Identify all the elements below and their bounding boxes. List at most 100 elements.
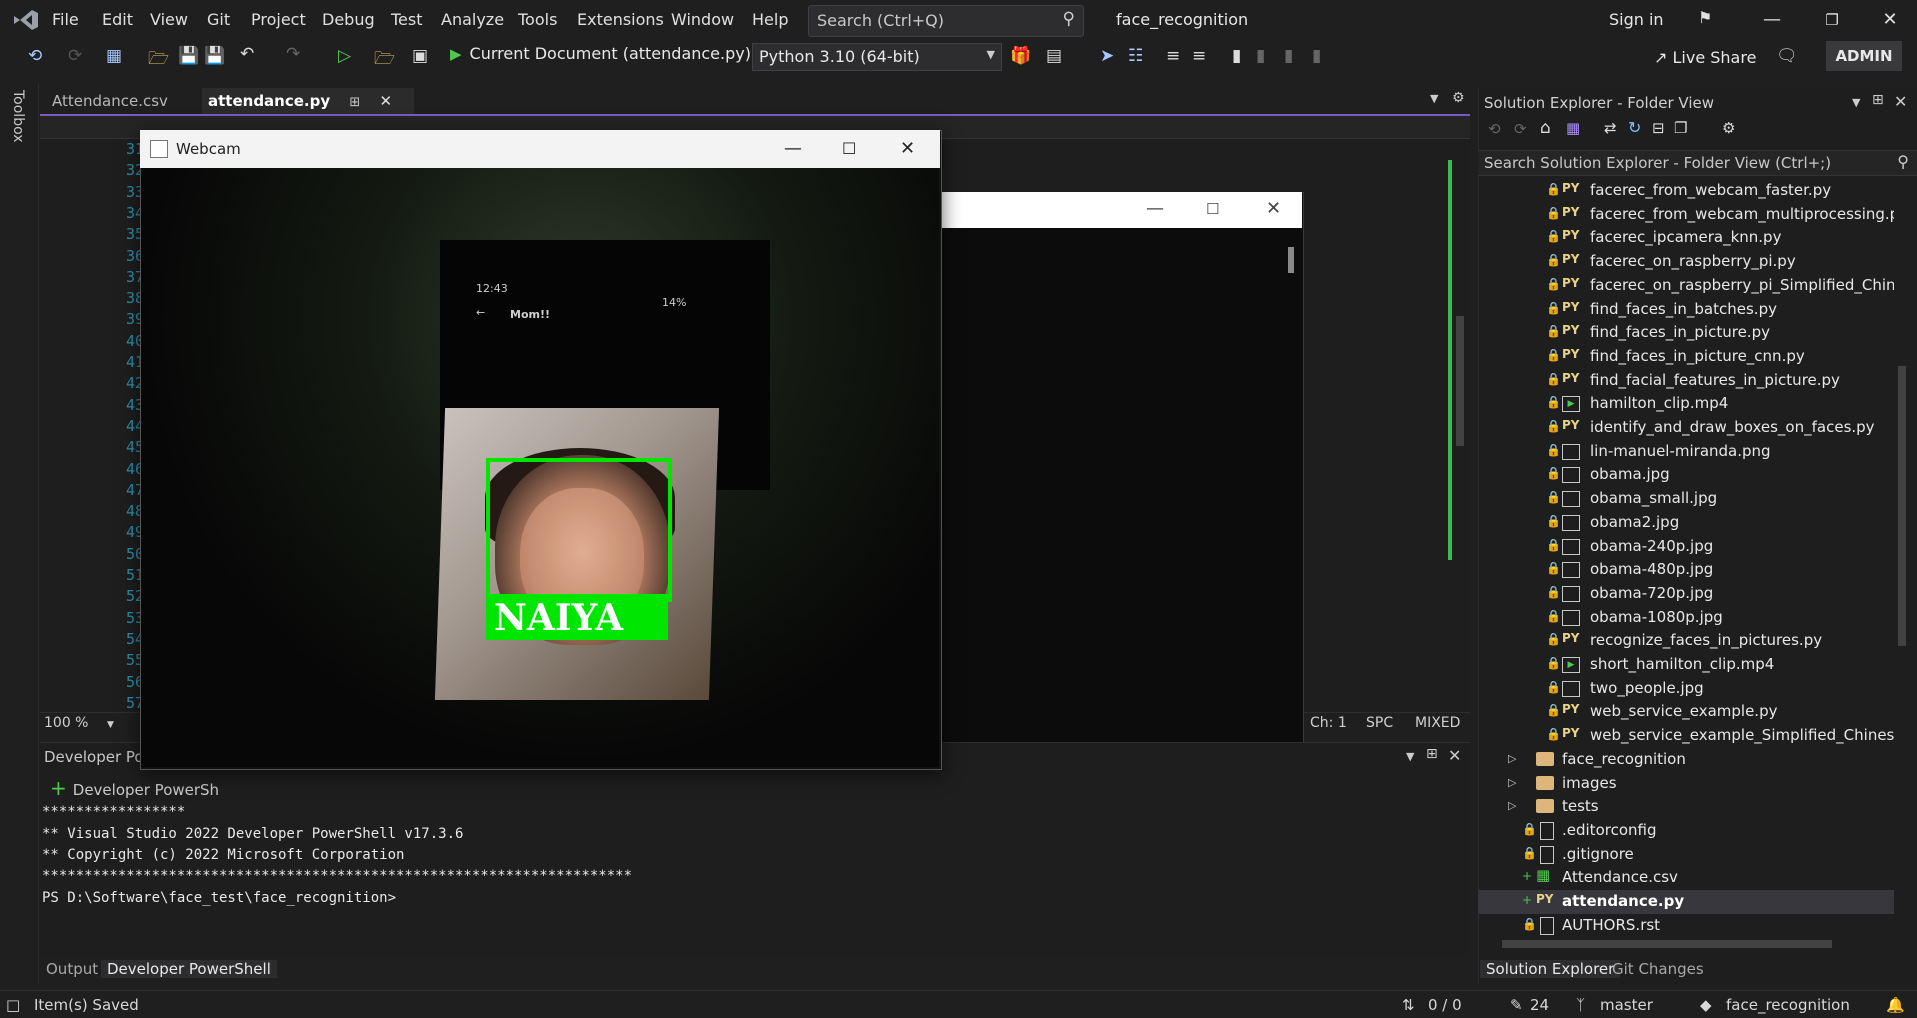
menu-item[interactable]: Analyze — [441, 10, 504, 29]
show-all-files-icon[interactable]: ❐ — [1674, 119, 1687, 137]
tree-file[interactable]: 🔒 PY facerec_from_webcam_multiprocessing.p… — [1478, 203, 1894, 227]
new-project-icon[interactable]: ▦ — [106, 46, 122, 66]
sync-icon[interactable]: ⇄ — [1604, 119, 1617, 137]
tree-file[interactable]: 🔒 PY find_faces_in_batches.py — [1478, 298, 1894, 322]
tree-folder[interactable]: ▷ face_recognition — [1478, 748, 1894, 772]
undo-icon[interactable]: ↶ — [240, 44, 254, 64]
back-icon[interactable]: ⟲ — [28, 46, 42, 66]
branch-icon[interactable]: ᛉ — [1576, 996, 1585, 1014]
tree-file[interactable]: 🔒 obama-720p.jpg — [1478, 582, 1894, 606]
console-window-titlebar[interactable]: — ☐ ✕ — [930, 192, 1302, 228]
console-scrollbar-thumb[interactable] — [1288, 247, 1294, 273]
menu-item[interactable]: Git — [207, 10, 230, 29]
menu-item[interactable]: Debug — [322, 10, 375, 29]
scrollbar-thumb[interactable] — [1502, 940, 1832, 948]
pin-icon[interactable]: ⊞ — [1426, 746, 1438, 762]
open-folder-icon[interactable]: 🗁 — [148, 46, 169, 75]
live-share-button[interactable]: ↗ Live Share — [1654, 48, 1756, 67]
forward-icon[interactable]: ⟳ — [68, 46, 82, 66]
folder-icon[interactable]: 🗁 — [374, 46, 395, 75]
gift-icon[interactable]: 🎁 — [1010, 46, 1031, 66]
tree-file[interactable]: 🔒 obama2.jpg — [1478, 511, 1894, 535]
console-window[interactable] — [930, 192, 1304, 832]
tree-folder[interactable]: ▷ images — [1478, 772, 1894, 796]
cursor-icon[interactable]: ➤ — [1100, 46, 1114, 66]
tab-attendance-py[interactable]: attendance.py ⊞ ✕ — [202, 88, 414, 114]
minimize-icon[interactable]: — — [784, 138, 802, 159]
sync-icon[interactable]: ⇅ — [1402, 996, 1415, 1014]
tree-file[interactable]: 🔒 PY recognize_faces_in_pictures.py — [1478, 629, 1894, 653]
sync-count[interactable]: 0 / 0 — [1428, 996, 1462, 1014]
search-input[interactable]: Search (Ctrl+Q) ⚲ — [808, 5, 1084, 37]
save-icon[interactable]: 💾 — [178, 46, 199, 66]
window-icon[interactable]: ▣ — [412, 46, 428, 66]
tree-file[interactable]: 🔒 AUTHORS.rst — [1478, 914, 1894, 938]
toolbox-tab[interactable]: Toolbox — [10, 90, 26, 143]
menu-item[interactable]: Window — [671, 10, 734, 29]
tree-file[interactable]: 🔒 obama-480p.jpg — [1478, 558, 1894, 582]
tree-file[interactable]: 🔒 ▶ hamilton_clip.mp4 — [1478, 392, 1894, 416]
column-indicator[interactable]: Ch: 1 — [1310, 715, 1347, 731]
collapse-all-icon[interactable]: ⊟ — [1652, 119, 1665, 137]
panel-dropdown-icon[interactable]: ▼ — [1406, 750, 1414, 763]
save-all-icon[interactable]: 💾 — [204, 46, 225, 66]
indent-icon[interactable]: ≡ — [1166, 46, 1180, 66]
close-panel-icon[interactable]: ✕ — [1448, 746, 1461, 765]
pending-edits-count[interactable]: 24 — [1530, 996, 1549, 1014]
menu-item[interactable]: Edit — [102, 10, 133, 29]
minimize-button[interactable]: — — [1752, 4, 1792, 36]
run-button[interactable]: ▶Current Document (attendance.py) ▼ — [450, 44, 770, 63]
sign-in-link[interactable]: Sign in — [1609, 10, 1664, 29]
tab-attendance-csv[interactable]: Attendance.csv — [46, 88, 208, 114]
start-without-debugging-icon[interactable]: ▷ — [338, 46, 351, 66]
expand-caret-icon[interactable]: ▷ — [1508, 752, 1516, 765]
settings-icon[interactable]: ⚙ — [1452, 90, 1465, 106]
tree-folder[interactable]: ▷ tests — [1478, 795, 1894, 819]
tree-file[interactable]: 🔒 .gitignore — [1478, 843, 1894, 867]
account-icon[interactable]: ⚑ — [1698, 8, 1712, 27]
new-terminal-button[interactable]: + Developer PowerSh — [50, 776, 219, 800]
minimize-icon[interactable]: — — [1146, 198, 1164, 219]
editor-scrollbar[interactable] — [1452, 140, 1468, 706]
menu-item[interactable]: Help — [752, 10, 788, 29]
tab-developer-powershell[interactable]: Developer PowerShell — [101, 960, 277, 978]
tree-file[interactable]: 🔒 ▶ short_hamilton_clip.mp4 — [1478, 653, 1894, 677]
tree-file[interactable]: 🔒 PY facerec_on_raspberry_pi.py — [1478, 250, 1894, 274]
switch-views-icon[interactable]: ▦ — [1566, 119, 1580, 137]
scrollbar-thumb[interactable] — [1898, 366, 1906, 646]
webcam-titlebar[interactable] — [140, 130, 940, 168]
bookmark-prev-icon[interactable]: ▮ — [1256, 46, 1265, 66]
tree-file[interactable]: 🔒 .editorconfig — [1478, 819, 1894, 843]
tree-file[interactable]: 🔒 obama-240p.jpg — [1478, 535, 1894, 559]
tree-file[interactable]: 🔒 PY facerec_from_webcam_faster.py — [1478, 179, 1894, 203]
menu-item[interactable]: Project — [251, 10, 306, 29]
redo-icon[interactable]: ↷ — [286, 44, 300, 64]
expand-caret-icon[interactable]: ▷ — [1508, 799, 1516, 812]
menu-item[interactable]: Tools — [518, 10, 557, 29]
pencil-icon[interactable]: ✎ — [1510, 996, 1523, 1014]
back-icon[interactable]: ⟲ — [1488, 120, 1501, 138]
python-environment-select[interactable]: Python 3.10 (64-bit) ▼ — [752, 43, 1002, 71]
terminal-prompt[interactable]: PS D:\Software\face_test\face_recognitio… — [42, 890, 396, 906]
solution-explorer-hscrollbar[interactable] — [1478, 936, 1894, 952]
whitespace-indicator[interactable]: SPC — [1366, 715, 1393, 731]
tree-file[interactable]: 🔒 PY facerec_on_raspberry_pi_Simplified_Ch… — [1478, 274, 1894, 298]
tree-file[interactable]: 🔒 obama_small.jpg — [1478, 487, 1894, 511]
tree-file[interactable]: 🔒 PY find_faces_in_picture.py — [1478, 321, 1894, 345]
close-icon[interactable]: ✕ — [900, 138, 915, 159]
bookmark-next-icon[interactable]: ▮ — [1284, 46, 1293, 66]
home-icon[interactable]: ⌂ — [1540, 118, 1551, 138]
repo-name[interactable]: face_recognition — [1726, 996, 1850, 1014]
close-tab-icon[interactable]: ✕ — [380, 92, 393, 110]
maximize-icon[interactable]: ☐ — [1206, 200, 1219, 218]
forward-icon[interactable]: ⟳ — [1514, 120, 1527, 138]
menu-item[interactable]: Test — [391, 10, 423, 29]
tree-file[interactable]: 🔒 two_people.jpg — [1478, 677, 1894, 701]
tree-file[interactable]: + PY attendance.py — [1478, 890, 1894, 914]
tree-file[interactable]: + ▦ Attendance.csv — [1478, 866, 1894, 890]
properties-icon[interactable]: ⚙ — [1722, 119, 1735, 137]
zoom-level[interactable]: 100 % ▼ — [44, 715, 114, 731]
close-button[interactable]: ✕ — [1870, 4, 1910, 36]
refresh-icon[interactable]: ↻ — [1628, 118, 1641, 137]
tree-file[interactable]: 🔒 PY find_faces_in_picture_cnn.py — [1478, 345, 1894, 369]
